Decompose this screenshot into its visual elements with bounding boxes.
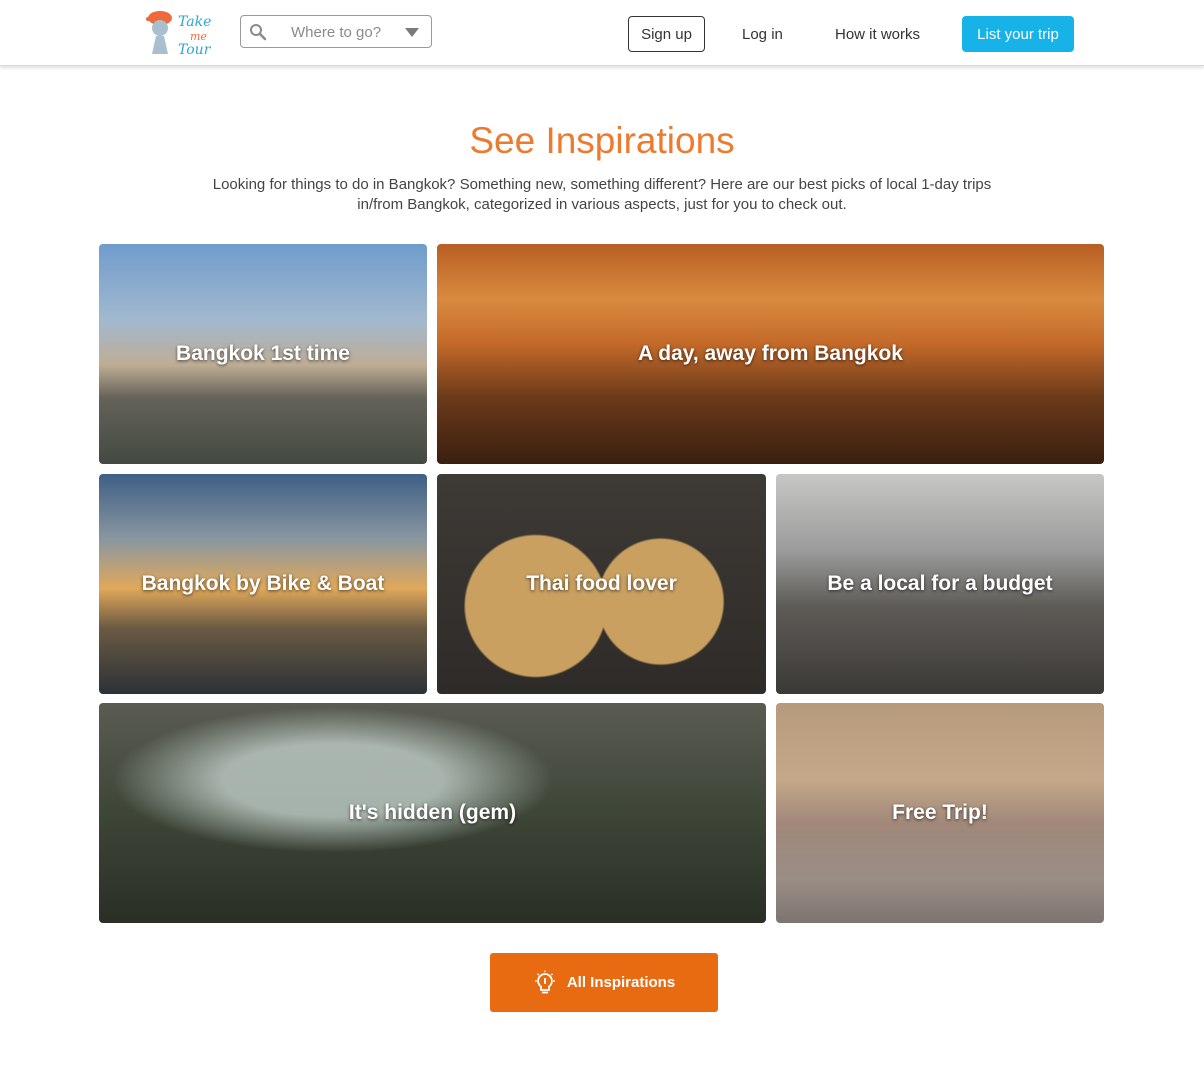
tile-hidden-gem[interactable]: It's hidden (gem) [99, 703, 766, 923]
search-input[interactable] [277, 20, 397, 44]
how-it-works-link[interactable]: How it works [835, 16, 920, 52]
page-subtitle: Looking for things to do in Bangkok? Som… [212, 176, 992, 213]
tile-label: Be a local for a budget [827, 572, 1053, 595]
page-title: See Inspirations [469, 120, 735, 161]
destination-search[interactable] [240, 15, 432, 48]
site-header: Take me Tour Sign up Log in How it works… [0, 0, 1204, 66]
list-your-trip-button[interactable]: List your trip [962, 16, 1074, 52]
lightbulb-icon [534, 970, 555, 993]
tile-label: Bangkok by Bike & Boat [141, 572, 385, 595]
tile-label: Free Trip! [892, 801, 988, 824]
tile-label: Bangkok 1st time [176, 342, 350, 365]
tile-label: A day, away from Bangkok [638, 342, 903, 365]
site-logo[interactable]: Take me Tour [142, 8, 218, 58]
logo-mascot-icon: Take me Tour [146, 11, 212, 58]
logo-text-take: Take [178, 14, 211, 30]
tile-thai-food[interactable]: Thai food lover [437, 474, 766, 694]
logo-text-tour: Tour [178, 42, 212, 58]
tile-day-away[interactable]: A day, away from Bangkok [437, 244, 1104, 464]
all-inspirations-label: All Inspirations [566, 974, 676, 991]
all-inspirations-button[interactable]: All Inspirations [490, 953, 718, 1012]
tile-free-trip[interactable]: Free Trip! [776, 703, 1104, 923]
tile-bangkok-1st-time[interactable]: Bangkok 1st time [99, 244, 427, 464]
tile-bike-boat[interactable]: Bangkok by Bike & Boat [99, 474, 427, 694]
search-icon [250, 24, 267, 41]
login-link[interactable]: Log in [742, 16, 783, 52]
chevron-down-icon[interactable] [405, 28, 419, 37]
tile-label: Thai food lover [526, 572, 677, 595]
signup-button[interactable]: Sign up [628, 16, 705, 52]
tile-local-budget[interactable]: Be a local for a budget [776, 474, 1104, 694]
tile-label: It's hidden (gem) [348, 801, 517, 824]
